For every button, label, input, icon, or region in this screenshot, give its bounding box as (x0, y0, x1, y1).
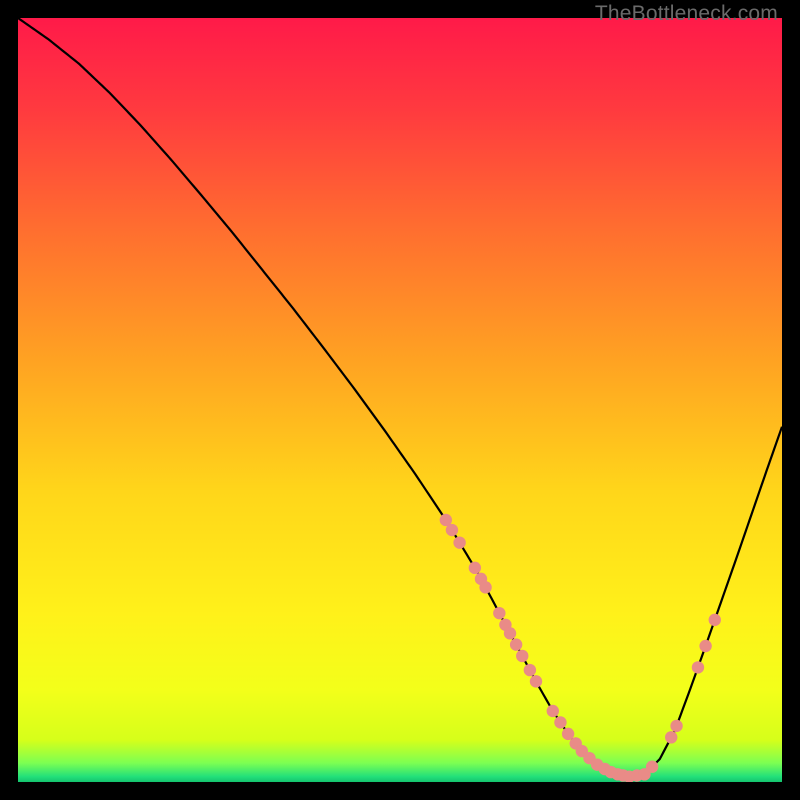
data-marker (665, 731, 677, 743)
plot-frame (18, 18, 782, 782)
data-marker (530, 675, 542, 687)
data-marker (709, 614, 721, 626)
data-marker (453, 536, 465, 548)
data-marker (504, 627, 516, 639)
data-marker (479, 581, 491, 593)
data-marker (493, 607, 505, 619)
gradient-background (18, 18, 782, 782)
data-marker (646, 761, 658, 773)
data-marker (516, 650, 528, 662)
bottleneck-chart (18, 18, 782, 782)
data-marker (547, 705, 559, 717)
data-marker (670, 720, 682, 732)
data-marker (524, 664, 536, 676)
data-marker (554, 716, 566, 728)
data-marker (446, 524, 458, 536)
data-marker (699, 640, 711, 652)
data-marker (469, 562, 481, 574)
watermark-text: TheBottleneck.com (595, 2, 778, 26)
data-marker (692, 661, 704, 673)
data-marker (510, 638, 522, 650)
